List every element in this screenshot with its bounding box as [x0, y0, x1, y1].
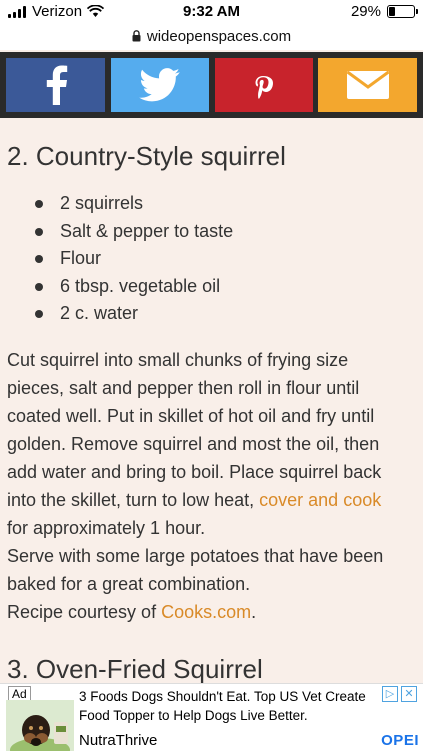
section-2-heading: 2. Country-Style squirrel [7, 141, 286, 171]
instruction-line: pieces, salt and pepper then roll in flo… [7, 378, 360, 398]
url-bar[interactable]: wideopenspaces.com [0, 22, 423, 50]
ad-brand: NutraThrive [79, 732, 158, 749]
ingredient-item: Flour [0, 245, 233, 273]
ad-headline-line: Food Topper to Help Dogs Live Better. [79, 708, 308, 723]
ad-headline-line: 3 Foods Dogs Shouldn't Eat. Top US Vet C… [79, 689, 366, 704]
email-icon [346, 70, 389, 99]
recipe-instructions: Cut squirrel into small chunks of frying… [7, 346, 417, 626]
battery-fill [389, 7, 395, 16]
status-right: 29% [350, 3, 418, 20]
credit-period: . [251, 602, 257, 622]
ingredient-item: 2 squirrels [0, 190, 233, 218]
section-3-heading: 3. Oven-Fried Squirrel [7, 654, 263, 684]
instruction-line: Cut squirrel into small chunks of frying… [7, 350, 349, 370]
battery-icon [387, 5, 418, 18]
ingredient-item: 6 tbsp. vegetable oil [0, 273, 233, 301]
credit-text: Recipe courtesy of [7, 602, 162, 622]
share-bar [0, 52, 423, 118]
instruction-line: into the skillet, turn to low heat, cove… [7, 486, 417, 514]
instruction-line: for approximately 1 hour. [7, 518, 206, 538]
ad-banner[interactable]: Ad 3 Foods Dogs Shouldn't Eat. Top US Ve… [0, 683, 423, 751]
recipe-credit: Recipe courtesy of Cooks.com. [7, 598, 417, 626]
twitter-icon [139, 68, 180, 102]
serving-line: baked for a great combination. [7, 574, 251, 594]
facebook-icon [46, 65, 67, 105]
ingredient-item: 2 c. water [0, 300, 233, 328]
serving-line: Serve with some large potatoes that have… [7, 546, 384, 566]
lock-icon [132, 30, 141, 42]
facebook-share-button[interactable] [6, 58, 105, 112]
instruction-line: coated well. Put in skillet of hot oil a… [7, 406, 375, 426]
ingredient-item: Salt & pepper to taste [0, 218, 233, 246]
instruction-line: golden. Remove squirrel and most the oil… [7, 434, 380, 454]
close-icon[interactable]: ✕ [401, 686, 417, 702]
ad-open-button[interactable]: OPEI [381, 732, 419, 749]
instruction-line: add water and bring to boil. Place squir… [7, 462, 382, 482]
instruction-text: into the skillet, turn to low heat, [7, 490, 260, 510]
cover-and-cook-link[interactable]: cover and cook [259, 490, 381, 510]
ad-headline: 3 Foods Dogs Shouldn't Eat. Top US Vet C… [79, 687, 379, 725]
status-bar: Verizon 9:32 AM 29% [0, 0, 423, 22]
url-text: wideopenspaces.com [146, 27, 292, 45]
twitter-share-button[interactable] [111, 58, 209, 112]
cooks-com-link[interactable]: Cooks.com [161, 602, 251, 622]
pinterest-icon [255, 76, 273, 99]
adchoices-icon[interactable]: ▷ [382, 686, 398, 702]
email-share-button[interactable] [318, 58, 417, 112]
ad-dog-image [6, 700, 74, 751]
battery-percent: 29% [350, 3, 381, 20]
pinterest-share-button[interactable] [215, 58, 313, 112]
battery-tip [416, 9, 418, 14]
ad-controls: ▷ ✕ [382, 686, 417, 702]
ingredient-list: 2 squirrels Salt & pepper to taste Flour… [0, 190, 233, 328]
